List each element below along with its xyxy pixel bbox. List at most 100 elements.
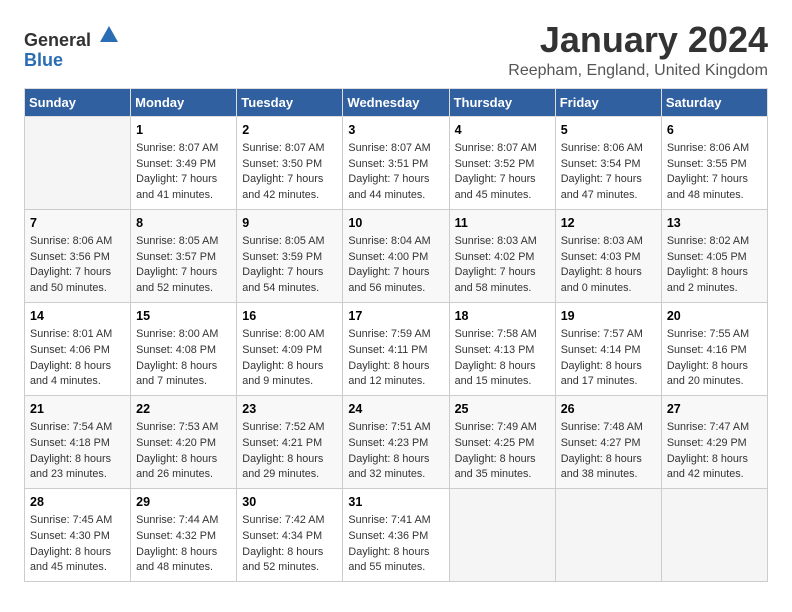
header-sunday: Sunday [25,88,131,116]
logo-blue: Blue [24,50,63,70]
day-info: Sunrise: 7:48 AMSunset: 4:27 PMDaylight:… [561,420,656,483]
calendar-cell: 17Sunrise: 7:59 AMSunset: 4:11 PMDayligh… [343,302,449,395]
calendar-cell: 1Sunrise: 8:07 AMSunset: 3:49 PMDaylight… [131,116,237,209]
day-info: Sunrise: 7:51 AMSunset: 4:23 PMDaylight:… [348,420,443,483]
day-info: Sunrise: 7:53 AMSunset: 4:20 PMDaylight:… [136,420,231,483]
day-info: Sunrise: 8:02 AMSunset: 4:05 PMDaylight:… [667,234,762,297]
day-info: Sunrise: 7:49 AMSunset: 4:25 PMDaylight:… [455,420,550,483]
header-friday: Friday [555,88,661,116]
calendar-cell: 16Sunrise: 8:00 AMSunset: 4:09 PMDayligh… [237,302,343,395]
header-thursday: Thursday [449,88,555,116]
calendar-cell: 28Sunrise: 7:45 AMSunset: 4:30 PMDayligh… [25,488,131,581]
day-info: Sunrise: 8:03 AMSunset: 4:03 PMDaylight:… [561,234,656,297]
day-info: Sunrise: 8:06 AMSunset: 3:54 PMDaylight:… [561,141,656,204]
week-row-5: 28Sunrise: 7:45 AMSunset: 4:30 PMDayligh… [25,488,768,581]
month-title: January 2024 [508,20,768,60]
calendar-cell: 13Sunrise: 8:02 AMSunset: 4:05 PMDayligh… [661,209,767,302]
calendar-cell [555,488,661,581]
logo: General Blue [24,24,120,71]
calendar-cell: 2Sunrise: 8:07 AMSunset: 3:50 PMDaylight… [237,116,343,209]
day-number: 5 [561,122,656,140]
day-number: 15 [136,308,231,326]
day-number: 7 [30,215,125,233]
calendar-cell: 3Sunrise: 8:07 AMSunset: 3:51 PMDaylight… [343,116,449,209]
calendar-cell: 10Sunrise: 8:04 AMSunset: 4:00 PMDayligh… [343,209,449,302]
day-number: 2 [242,122,337,140]
calendar-cell: 29Sunrise: 7:44 AMSunset: 4:32 PMDayligh… [131,488,237,581]
calendar-cell: 14Sunrise: 8:01 AMSunset: 4:06 PMDayligh… [25,302,131,395]
calendar-cell [661,488,767,581]
day-number: 21 [30,401,125,419]
day-number: 10 [348,215,443,233]
day-info: Sunrise: 7:42 AMSunset: 4:34 PMDaylight:… [242,513,337,576]
day-number: 26 [561,401,656,419]
logo-icon [98,24,120,46]
calendar-cell: 25Sunrise: 7:49 AMSunset: 4:25 PMDayligh… [449,395,555,488]
day-info: Sunrise: 8:07 AMSunset: 3:51 PMDaylight:… [348,141,443,204]
calendar-cell: 23Sunrise: 7:52 AMSunset: 4:21 PMDayligh… [237,395,343,488]
day-number: 19 [561,308,656,326]
day-number: 11 [455,215,550,233]
header-monday: Monday [131,88,237,116]
day-info: Sunrise: 7:44 AMSunset: 4:32 PMDaylight:… [136,513,231,576]
calendar-cell: 21Sunrise: 7:54 AMSunset: 4:18 PMDayligh… [25,395,131,488]
day-number: 31 [348,494,443,512]
day-info: Sunrise: 7:58 AMSunset: 4:13 PMDaylight:… [455,327,550,390]
week-row-4: 21Sunrise: 7:54 AMSunset: 4:18 PMDayligh… [25,395,768,488]
day-number: 1 [136,122,231,140]
calendar-cell: 31Sunrise: 7:41 AMSunset: 4:36 PMDayligh… [343,488,449,581]
day-number: 17 [348,308,443,326]
day-info: Sunrise: 8:06 AMSunset: 3:56 PMDaylight:… [30,234,125,297]
calendar-cell: 26Sunrise: 7:48 AMSunset: 4:27 PMDayligh… [555,395,661,488]
day-info: Sunrise: 7:55 AMSunset: 4:16 PMDaylight:… [667,327,762,390]
day-info: Sunrise: 8:04 AMSunset: 4:00 PMDaylight:… [348,234,443,297]
title-block: January 2024 Reepham, England, United Ki… [508,20,768,80]
calendar-cell: 8Sunrise: 8:05 AMSunset: 3:57 PMDaylight… [131,209,237,302]
day-number: 18 [455,308,550,326]
day-number: 13 [667,215,762,233]
location-title: Reepham, England, United Kingdom [508,62,768,80]
day-number: 22 [136,401,231,419]
day-number: 24 [348,401,443,419]
day-info: Sunrise: 7:59 AMSunset: 4:11 PMDaylight:… [348,327,443,390]
day-info: Sunrise: 7:52 AMSunset: 4:21 PMDaylight:… [242,420,337,483]
day-number: 16 [242,308,337,326]
day-info: Sunrise: 8:03 AMSunset: 4:02 PMDaylight:… [455,234,550,297]
day-number: 29 [136,494,231,512]
calendar-cell [25,116,131,209]
day-info: Sunrise: 8:00 AMSunset: 4:09 PMDaylight:… [242,327,337,390]
week-row-2: 7Sunrise: 8:06 AMSunset: 3:56 PMDaylight… [25,209,768,302]
calendar-cell: 9Sunrise: 8:05 AMSunset: 3:59 PMDaylight… [237,209,343,302]
day-number: 12 [561,215,656,233]
day-number: 25 [455,401,550,419]
day-info: Sunrise: 8:07 AMSunset: 3:50 PMDaylight:… [242,141,337,204]
day-number: 9 [242,215,337,233]
day-number: 14 [30,308,125,326]
day-info: Sunrise: 7:54 AMSunset: 4:18 PMDaylight:… [30,420,125,483]
day-number: 6 [667,122,762,140]
day-info: Sunrise: 8:07 AMSunset: 3:49 PMDaylight:… [136,141,231,204]
calendar-cell: 11Sunrise: 8:03 AMSunset: 4:02 PMDayligh… [449,209,555,302]
calendar-header-row: SundayMondayTuesdayWednesdayThursdayFrid… [25,88,768,116]
day-number: 27 [667,401,762,419]
day-info: Sunrise: 7:47 AMSunset: 4:29 PMDaylight:… [667,420,762,483]
header-wednesday: Wednesday [343,88,449,116]
calendar-cell: 4Sunrise: 8:07 AMSunset: 3:52 PMDaylight… [449,116,555,209]
day-info: Sunrise: 7:45 AMSunset: 4:30 PMDaylight:… [30,513,125,576]
day-info: Sunrise: 7:41 AMSunset: 4:36 PMDaylight:… [348,513,443,576]
page-header: General Blue January 2024 Reepham, Engla… [24,20,768,80]
day-number: 23 [242,401,337,419]
calendar-cell: 24Sunrise: 7:51 AMSunset: 4:23 PMDayligh… [343,395,449,488]
day-info: Sunrise: 7:57 AMSunset: 4:14 PMDaylight:… [561,327,656,390]
calendar-cell: 12Sunrise: 8:03 AMSunset: 4:03 PMDayligh… [555,209,661,302]
day-number: 3 [348,122,443,140]
day-info: Sunrise: 8:00 AMSunset: 4:08 PMDaylight:… [136,327,231,390]
week-row-3: 14Sunrise: 8:01 AMSunset: 4:06 PMDayligh… [25,302,768,395]
day-info: Sunrise: 8:01 AMSunset: 4:06 PMDaylight:… [30,327,125,390]
week-row-1: 1Sunrise: 8:07 AMSunset: 3:49 PMDaylight… [25,116,768,209]
calendar-cell: 5Sunrise: 8:06 AMSunset: 3:54 PMDaylight… [555,116,661,209]
calendar-cell: 15Sunrise: 8:00 AMSunset: 4:08 PMDayligh… [131,302,237,395]
day-number: 30 [242,494,337,512]
calendar-cell: 18Sunrise: 7:58 AMSunset: 4:13 PMDayligh… [449,302,555,395]
day-info: Sunrise: 8:07 AMSunset: 3:52 PMDaylight:… [455,141,550,204]
